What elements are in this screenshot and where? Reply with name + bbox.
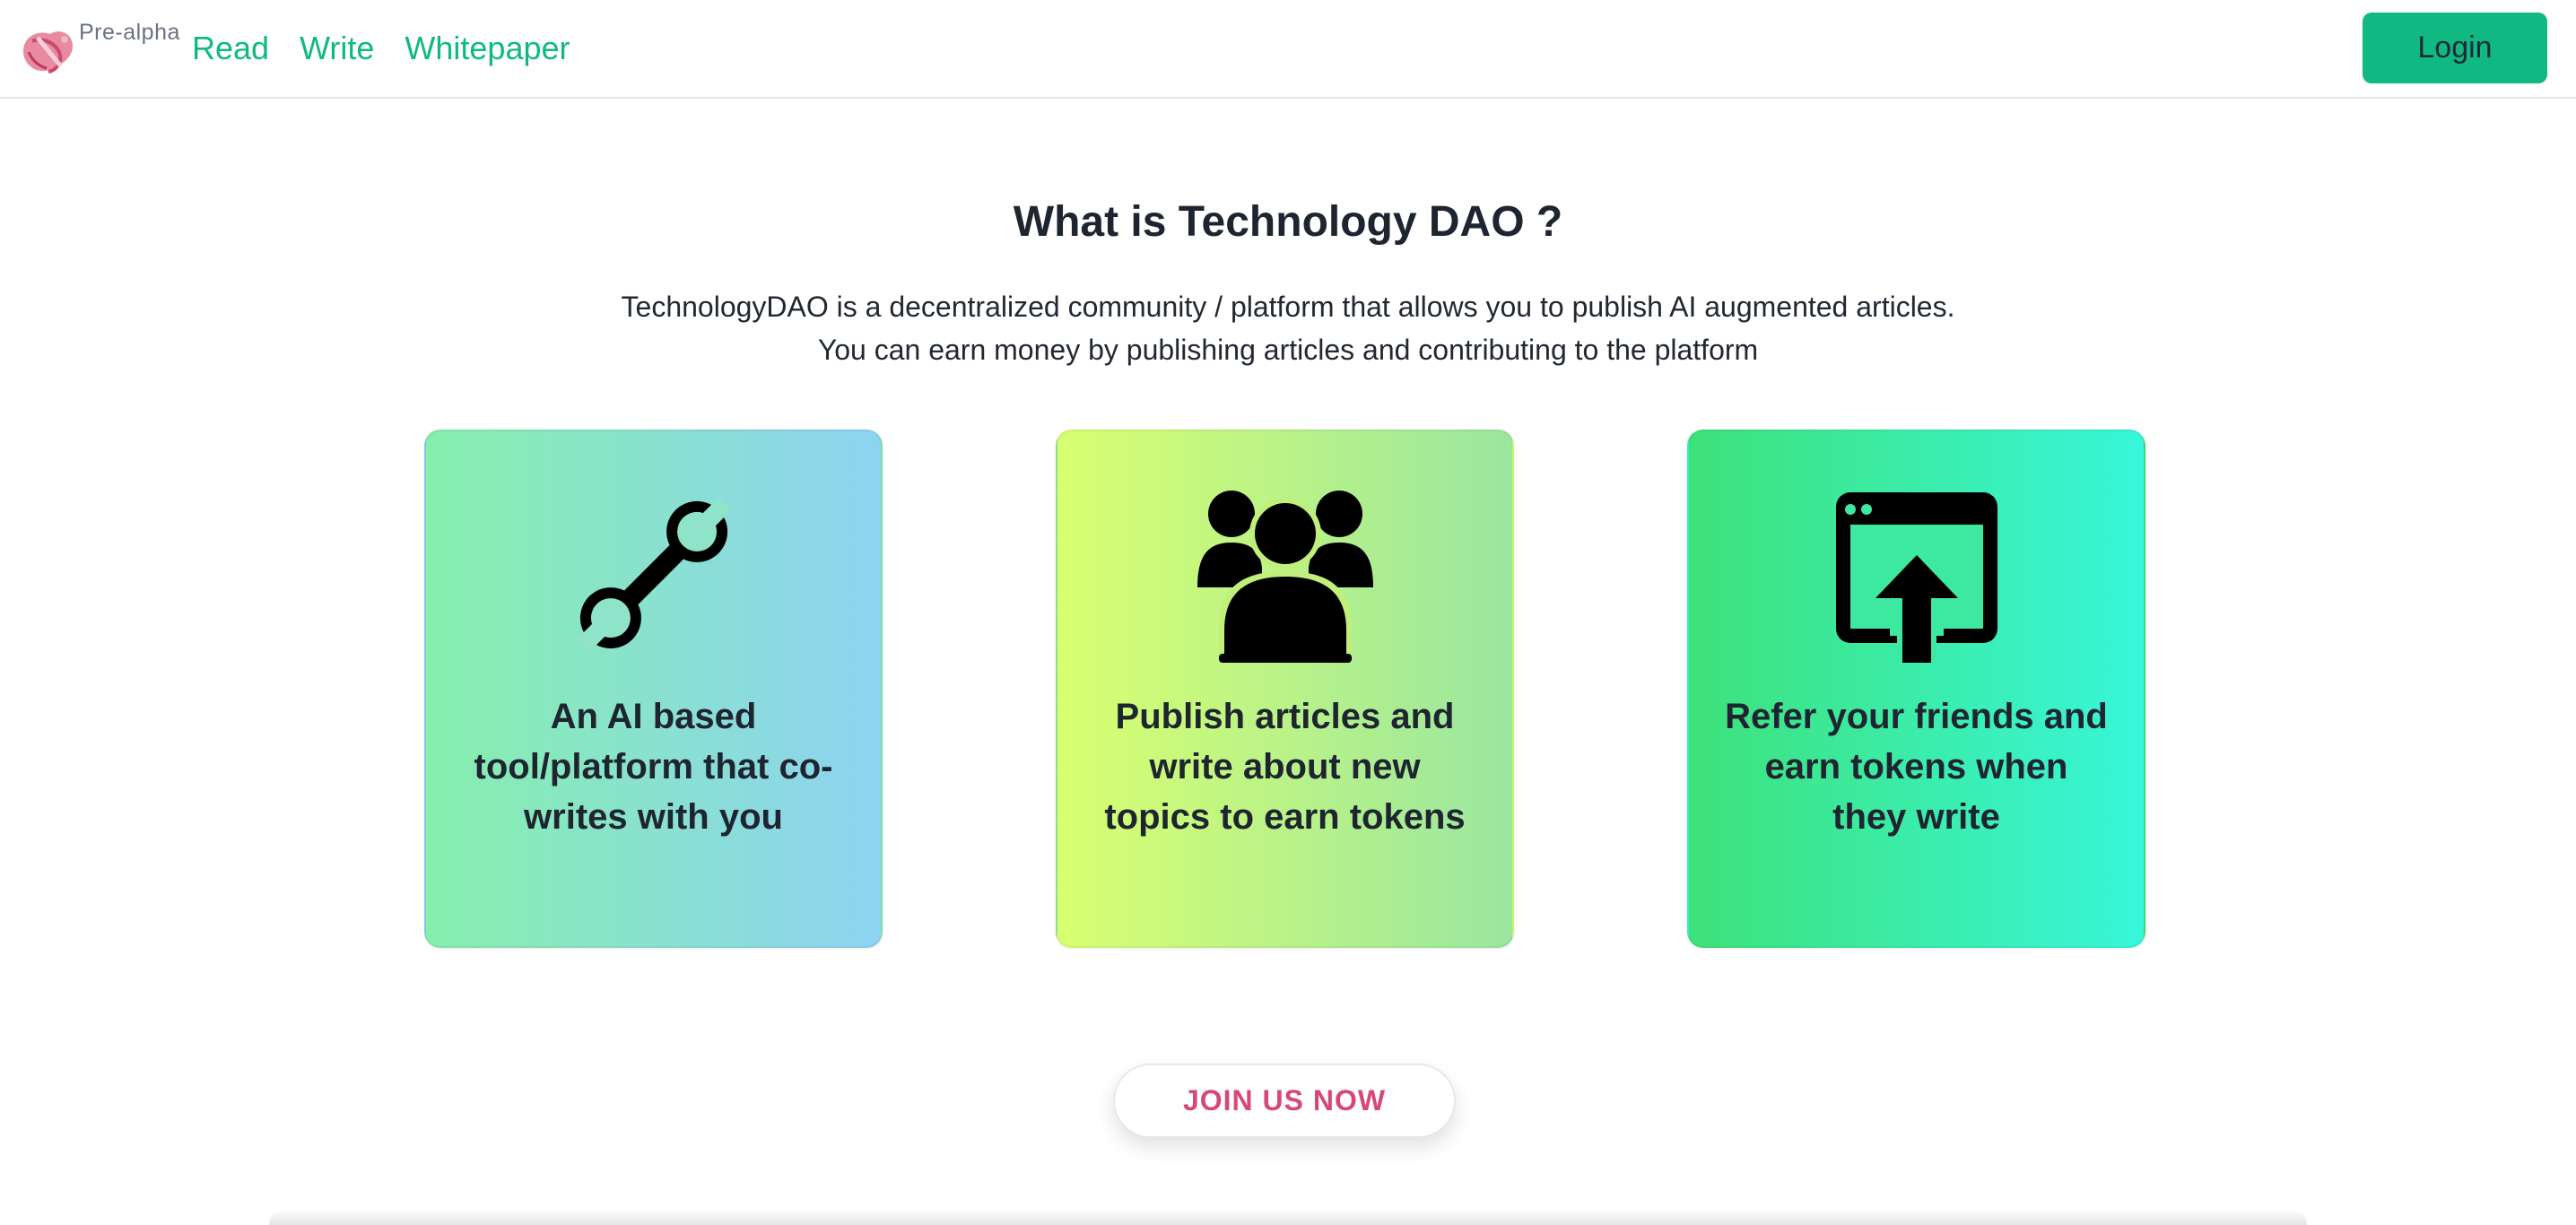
footer-edge: [269, 1209, 2307, 1225]
feature-card-text: Refer your friends and earn tokens when …: [1725, 697, 2108, 837]
feature-card-text: An AI based tool/platform that co-writes…: [474, 697, 833, 837]
feature-card-ai-tool: An AI based tool/platform that co-writes…: [424, 430, 883, 948]
window-upload-icon: [1835, 492, 1997, 663]
pre-alpha-badge: Pre-alpha: [79, 20, 180, 45]
top-navbar: Pre-alpha Read Write Whitepaper Login: [0, 0, 2576, 99]
wrench-icon: [576, 497, 731, 653]
nav-link-write[interactable]: Write: [300, 27, 374, 70]
feature-card-referral: Refer your friends and earn tokens when …: [1687, 430, 2145, 948]
description-line-1: TechnologyDAO is a decentralized communi…: [621, 291, 1955, 323]
logo-icon[interactable]: [20, 25, 79, 77]
feature-card-text: Publish articles and write about new top…: [1104, 697, 1466, 837]
main-nav: Read Write Whitepaper: [192, 27, 570, 70]
page-description: TechnologyDAO is a decentralized communi…: [0, 285, 2576, 371]
page-title: What is Technology DAO ?: [1013, 198, 1563, 246]
join-us-button[interactable]: JOIN US NOW: [1113, 1064, 1456, 1138]
nav-link-whitepaper[interactable]: Whitepaper: [405, 27, 570, 70]
description-line-2: You can earn money by publishing article…: [817, 334, 1759, 366]
users-icon: [1197, 491, 1373, 663]
nav-link-read[interactable]: Read: [192, 27, 269, 70]
feature-card-publish: Publish articles and write about new top…: [1056, 430, 1514, 948]
login-button[interactable]: Login: [2363, 13, 2547, 83]
